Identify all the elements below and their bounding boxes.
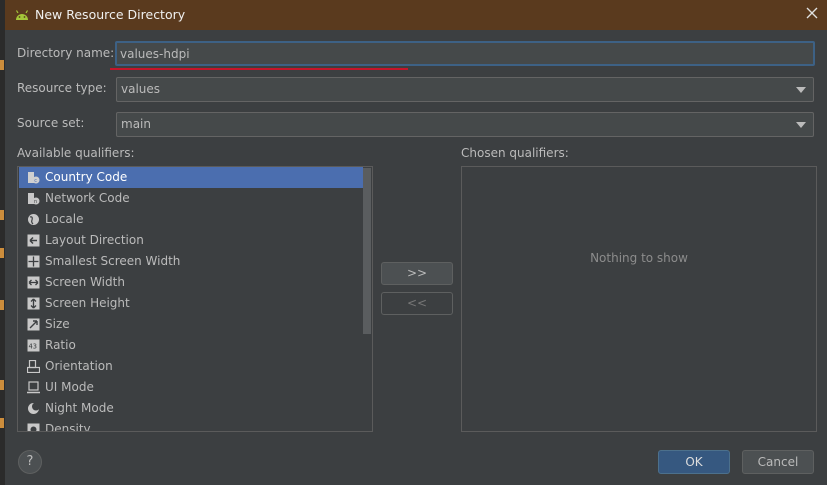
remove-qualifier-button[interactable]: << (381, 292, 453, 315)
list-item-density[interactable]: Density (19, 419, 363, 431)
country-code-icon: c (28, 172, 40, 184)
svg-text:43: 43 (29, 343, 37, 351)
resource-type-value: values (121, 82, 161, 96)
validation-underline (110, 68, 408, 70)
source-set-select[interactable]: main (116, 112, 814, 137)
list-item-size[interactable]: Size (19, 314, 363, 335)
source-set-label: Source set: (17, 116, 85, 130)
list-item-ratio[interactable]: 43 Ratio (19, 335, 363, 356)
list-item-screen-width[interactable]: Screen Width (19, 272, 363, 293)
svg-text:c: c (34, 178, 37, 184)
chevron-down-icon (796, 122, 806, 128)
dialog-titlebar: New Resource Directory (5, 0, 827, 30)
source-set-value: main (121, 117, 151, 131)
density-icon (27, 423, 40, 431)
smallest-width-icon (27, 255, 40, 268)
list-item-country-code[interactable]: c Country Code (19, 167, 363, 188)
list-scrollbar-thumb[interactable] (363, 168, 371, 334)
ok-button[interactable]: OK (658, 450, 730, 474)
size-icon (27, 318, 40, 331)
background-editor-strip (0, 0, 5, 485)
chosen-qualifiers-list[interactable]: Nothing to show (461, 166, 817, 432)
resource-type-select[interactable]: values (116, 77, 814, 102)
list-item-locale[interactable]: Locale (19, 209, 363, 230)
network-code-icon: n (28, 193, 40, 205)
list-item-screen-height[interactable]: Screen Height (19, 293, 363, 314)
ratio-icon: 43 (27, 339, 40, 352)
list-item-network-code[interactable]: n Network Code (19, 188, 363, 209)
list-item-smallest-screen-width[interactable]: Smallest Screen Width (19, 251, 363, 272)
directory-name-label: Directory name: (17, 46, 115, 60)
available-qualifiers-label: Available qualifiers: (17, 146, 135, 160)
screen-width-icon (27, 276, 40, 289)
available-qualifiers-list[interactable]: c Country Code n Network Code Locale Lay… (17, 166, 373, 432)
list-item-orientation[interactable]: Orientation (19, 356, 363, 377)
empty-state-text: Nothing to show (590, 251, 688, 265)
cancel-button[interactable]: Cancel (742, 450, 814, 474)
directory-name-input[interactable] (115, 41, 815, 66)
svg-text:n: n (34, 199, 37, 205)
list-item-night-mode[interactable]: Night Mode (19, 398, 363, 419)
close-icon[interactable] (804, 5, 820, 21)
layout-direction-icon (27, 234, 40, 247)
orientation-icon (27, 360, 40, 373)
screen-height-icon (27, 297, 40, 310)
list-item-ui-mode[interactable]: UI Mode (19, 377, 363, 398)
ui-mode-icon (27, 381, 40, 394)
night-mode-icon (28, 402, 40, 414)
help-button[interactable]: ? (18, 450, 42, 474)
chosen-qualifiers-label: Chosen qualifiers: (461, 146, 569, 160)
globe-icon (28, 214, 39, 225)
add-qualifier-button[interactable]: >> (381, 262, 453, 285)
resource-type-label: Resource type: (17, 81, 107, 95)
list-item-layout-direction[interactable]: Layout Direction (19, 230, 363, 251)
android-icon (15, 10, 29, 20)
chevron-down-icon (796, 87, 806, 93)
dialog-title: New Resource Directory (35, 7, 186, 22)
